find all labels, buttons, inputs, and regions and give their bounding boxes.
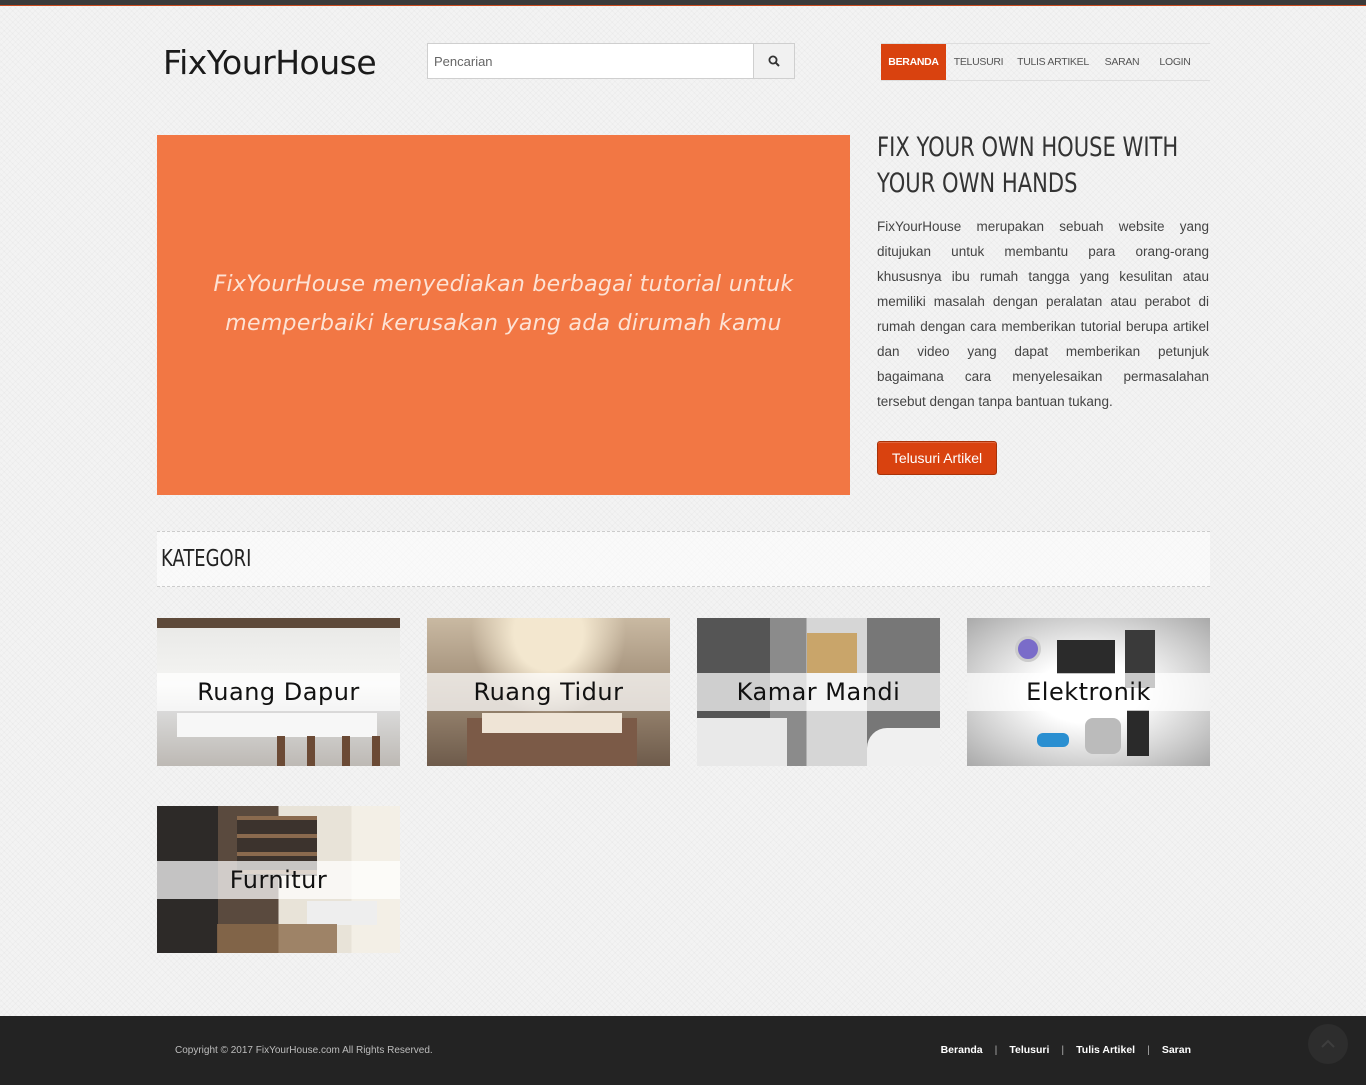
footer-separator: | [994, 1044, 998, 1056]
chevron-up-icon [1321, 1039, 1335, 1048]
search-input[interactable] [427, 43, 754, 79]
kategori-header: KATEGORI [157, 531, 1210, 587]
nav-saran[interactable]: SARAN [1095, 44, 1149, 80]
kategori-title: KATEGORI [161, 546, 252, 572]
telusuri-artikel-button[interactable]: Telusuri Artikel [877, 441, 997, 475]
hero-banner-line1: FixYourHouse menyediakan berbagai tutori… [213, 272, 794, 297]
category-band: Kamar Mandi [697, 673, 940, 711]
footer-link-tulis-artikel[interactable]: Tulis Artikel [1076, 1044, 1135, 1056]
category-elektronik[interactable]: Elektronik [967, 618, 1210, 766]
footer: Copyright © 2017 FixYourHouse.com All Ri… [0, 1016, 1366, 1085]
search-button[interactable] [754, 43, 795, 79]
top-accent-bar [0, 0, 1366, 6]
copyright-text: Copyright © 2017 FixYourHouse.com All Ri… [175, 1045, 433, 1056]
category-band: Ruang Dapur [157, 673, 400, 711]
category-label: Furnitur [229, 866, 328, 894]
hero-title: FIX YOUR OWN HOUSE WITH YOUR OWN HANDS [877, 132, 1179, 199]
hero-banner-text: FixYourHouse menyediakan berbagai tutori… [214, 265, 794, 343]
footer-separator: | [1147, 1044, 1150, 1056]
nav-telusuri[interactable]: TELUSURI [946, 44, 1011, 80]
category-label: Ruang Dapur [197, 678, 360, 706]
category-label: Elektronik [1026, 678, 1151, 706]
category-kamar-mandi[interactable]: Kamar Mandi [697, 618, 940, 766]
hero-banner-line2: memperbaiki kerusakan yang ada dirumah k… [225, 311, 782, 336]
search-form [427, 43, 795, 79]
site-logo[interactable]: FixYourHouse [163, 43, 377, 82]
category-band: Ruang Tidur [427, 673, 670, 711]
footer-links: Beranda | Telusuri | Tulis Artikel | Sar… [941, 1044, 1191, 1056]
category-band: Elektronik [967, 673, 1210, 711]
footer-link-saran[interactable]: Saran [1162, 1044, 1191, 1056]
hero-banner: FixYourHouse menyediakan berbagai tutori… [157, 135, 850, 495]
category-label: Kamar Mandi [736, 678, 901, 706]
footer-link-telusuri[interactable]: Telusuri [1009, 1044, 1049, 1056]
hero-description: FixYourHouse merupakan sebuah website ya… [877, 219, 1209, 409]
nav-login[interactable]: LOGIN [1149, 44, 1201, 80]
search-icon [768, 55, 780, 67]
category-ruang-dapur[interactable]: Ruang Dapur [157, 618, 400, 766]
footer-link-beranda[interactable]: Beranda [941, 1044, 983, 1056]
category-band: Furnitur [157, 861, 400, 899]
category-furnitur[interactable]: Furnitur [157, 806, 400, 953]
main-nav: BERANDA TELUSURI TULIS ARTIKEL SARAN LOG… [881, 43, 1210, 81]
category-ruang-tidur[interactable]: Ruang Tidur [427, 618, 670, 766]
nav-tulis-artikel[interactable]: TULIS ARTIKEL [1011, 44, 1095, 80]
nav-beranda[interactable]: BERANDA [881, 44, 946, 80]
footer-separator: | [1061, 1044, 1065, 1056]
scroll-to-top-button[interactable] [1308, 1024, 1348, 1064]
category-label: Ruang Tidur [473, 678, 624, 706]
